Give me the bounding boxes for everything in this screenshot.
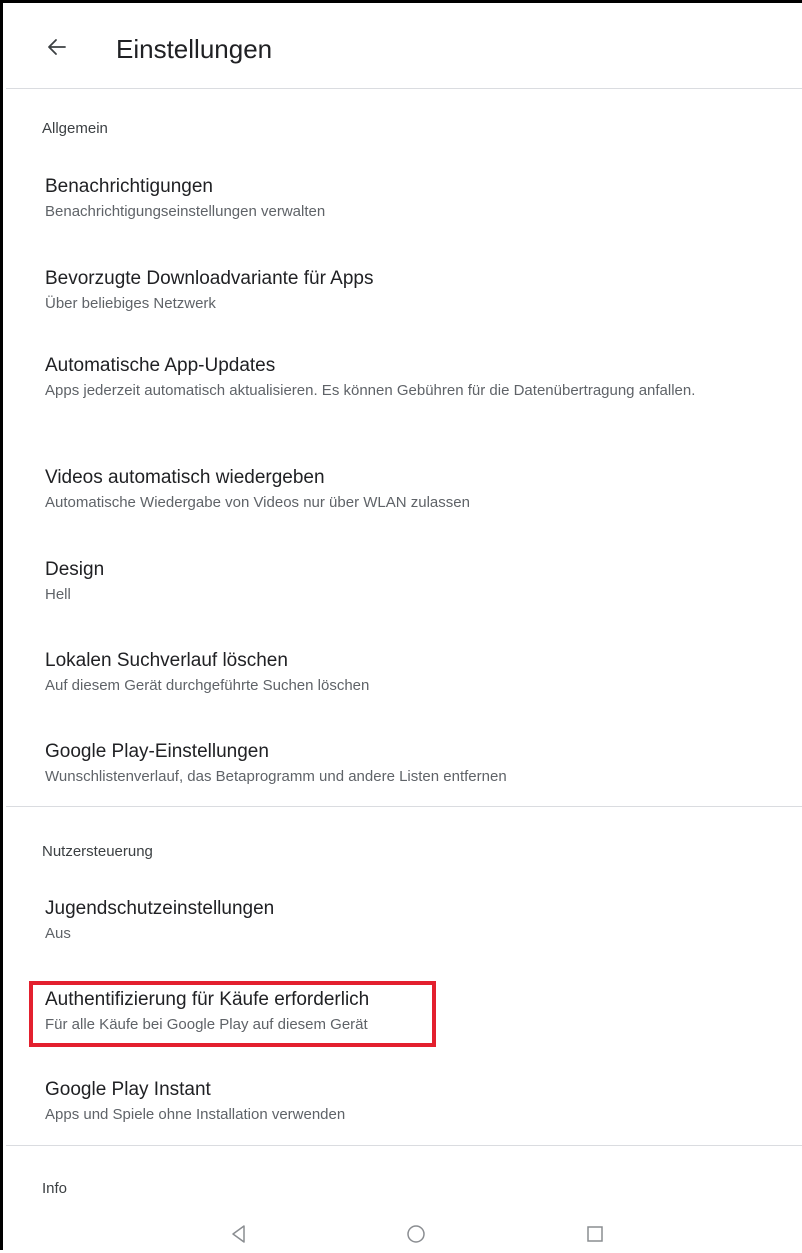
section-divider [6, 806, 802, 807]
item-title: Authentifizierung für Käufe erforderlich [45, 989, 370, 1010]
back-button[interactable] [42, 32, 72, 62]
settings-item-google-play-instant[interactable]: Google Play Instant Apps und Spiele ohne… [6, 1077, 802, 1137]
arrow-back-icon [48, 39, 66, 55]
settings-item-auto-app-updates[interactable]: Automatische App-Updates Apps jederzeit … [6, 353, 802, 431]
item-title: Bevorzugte Downloadvariante für Apps [45, 268, 374, 289]
item-title: Videos automatisch wiedergeben [45, 467, 325, 488]
app-bar: Einstellungen [6, 6, 802, 89]
section-header-user-controls: Nutzersteuerung [42, 843, 153, 860]
item-subtitle: Wunschlistenverlauf, das Betaprogramm un… [45, 768, 507, 785]
circle-home-icon [407, 1225, 425, 1243]
item-title: Jugendschutzeinstellungen [45, 898, 275, 919]
item-title: Google Play Instant [45, 1079, 211, 1100]
settings-item-parental-controls[interactable]: Jugendschutzeinstellungen Aus [6, 896, 802, 956]
settings-item-google-play-settings[interactable]: Google Play-Einstellungen Wunschlistenve… [6, 739, 802, 799]
nav-recents-button[interactable] [580, 1219, 610, 1249]
item-subtitle: Aus [45, 925, 71, 942]
item-subtitle: Auf diesem Gerät durchgeführte Suchen lö… [45, 677, 370, 694]
item-title: Google Play-Einstellungen [45, 741, 269, 762]
settings-item-clear-search-history[interactable]: Lokalen Suchverlauf löschen Auf diesem G… [6, 648, 802, 708]
settings-item-download-preference[interactable]: Bevorzugte Downloadvariante für Apps Übe… [6, 266, 802, 326]
triangle-back-icon [232, 1225, 245, 1243]
square-recents-icon [587, 1226, 603, 1242]
settings-item-design[interactable]: Design Hell [6, 557, 802, 617]
settings-screen: Einstellungen Allgemein Benachrichtigung… [0, 0, 802, 1250]
item-title: Lokalen Suchverlauf löschen [45, 650, 288, 671]
page-title: Einstellungen [116, 34, 273, 64]
settings-item-autoplay-videos[interactable]: Videos automatisch wiedergeben Automatis… [6, 465, 802, 525]
section-divider [6, 1145, 802, 1146]
nav-home-button[interactable] [401, 1219, 431, 1249]
section-header-info: Info [42, 1180, 68, 1197]
item-title: Design [45, 559, 105, 580]
item-subtitle: Apps und Spiele ohne Installation verwen… [45, 1106, 346, 1123]
item-subtitle: Über beliebiges Netzwerk [45, 295, 216, 312]
item-title: Automatische App-Updates [45, 355, 276, 376]
section-header-general: Allgemein [42, 120, 108, 137]
item-subtitle: Hell [45, 586, 71, 603]
settings-item-notifications[interactable]: Benachrichtigungen Benachrichtigungseins… [6, 174, 802, 234]
item-subtitle: Apps jederzeit automatisch aktualisieren… [45, 382, 696, 399]
item-subtitle: Für alle Käufe bei Google Play auf diese… [45, 1016, 368, 1033]
system-navigation-bar [6, 1215, 802, 1253]
item-subtitle: Automatische Wiedergabe von Videos nur ü… [45, 494, 470, 511]
settings-item-purchase-authentication[interactable]: Authentifizierung für Käufe erforderlich… [6, 987, 802, 1047]
item-subtitle: Benachrichtigungseinstellungen verwalten [45, 203, 326, 220]
item-title: Benachrichtigungen [45, 176, 213, 197]
nav-back-button[interactable] [224, 1219, 254, 1249]
